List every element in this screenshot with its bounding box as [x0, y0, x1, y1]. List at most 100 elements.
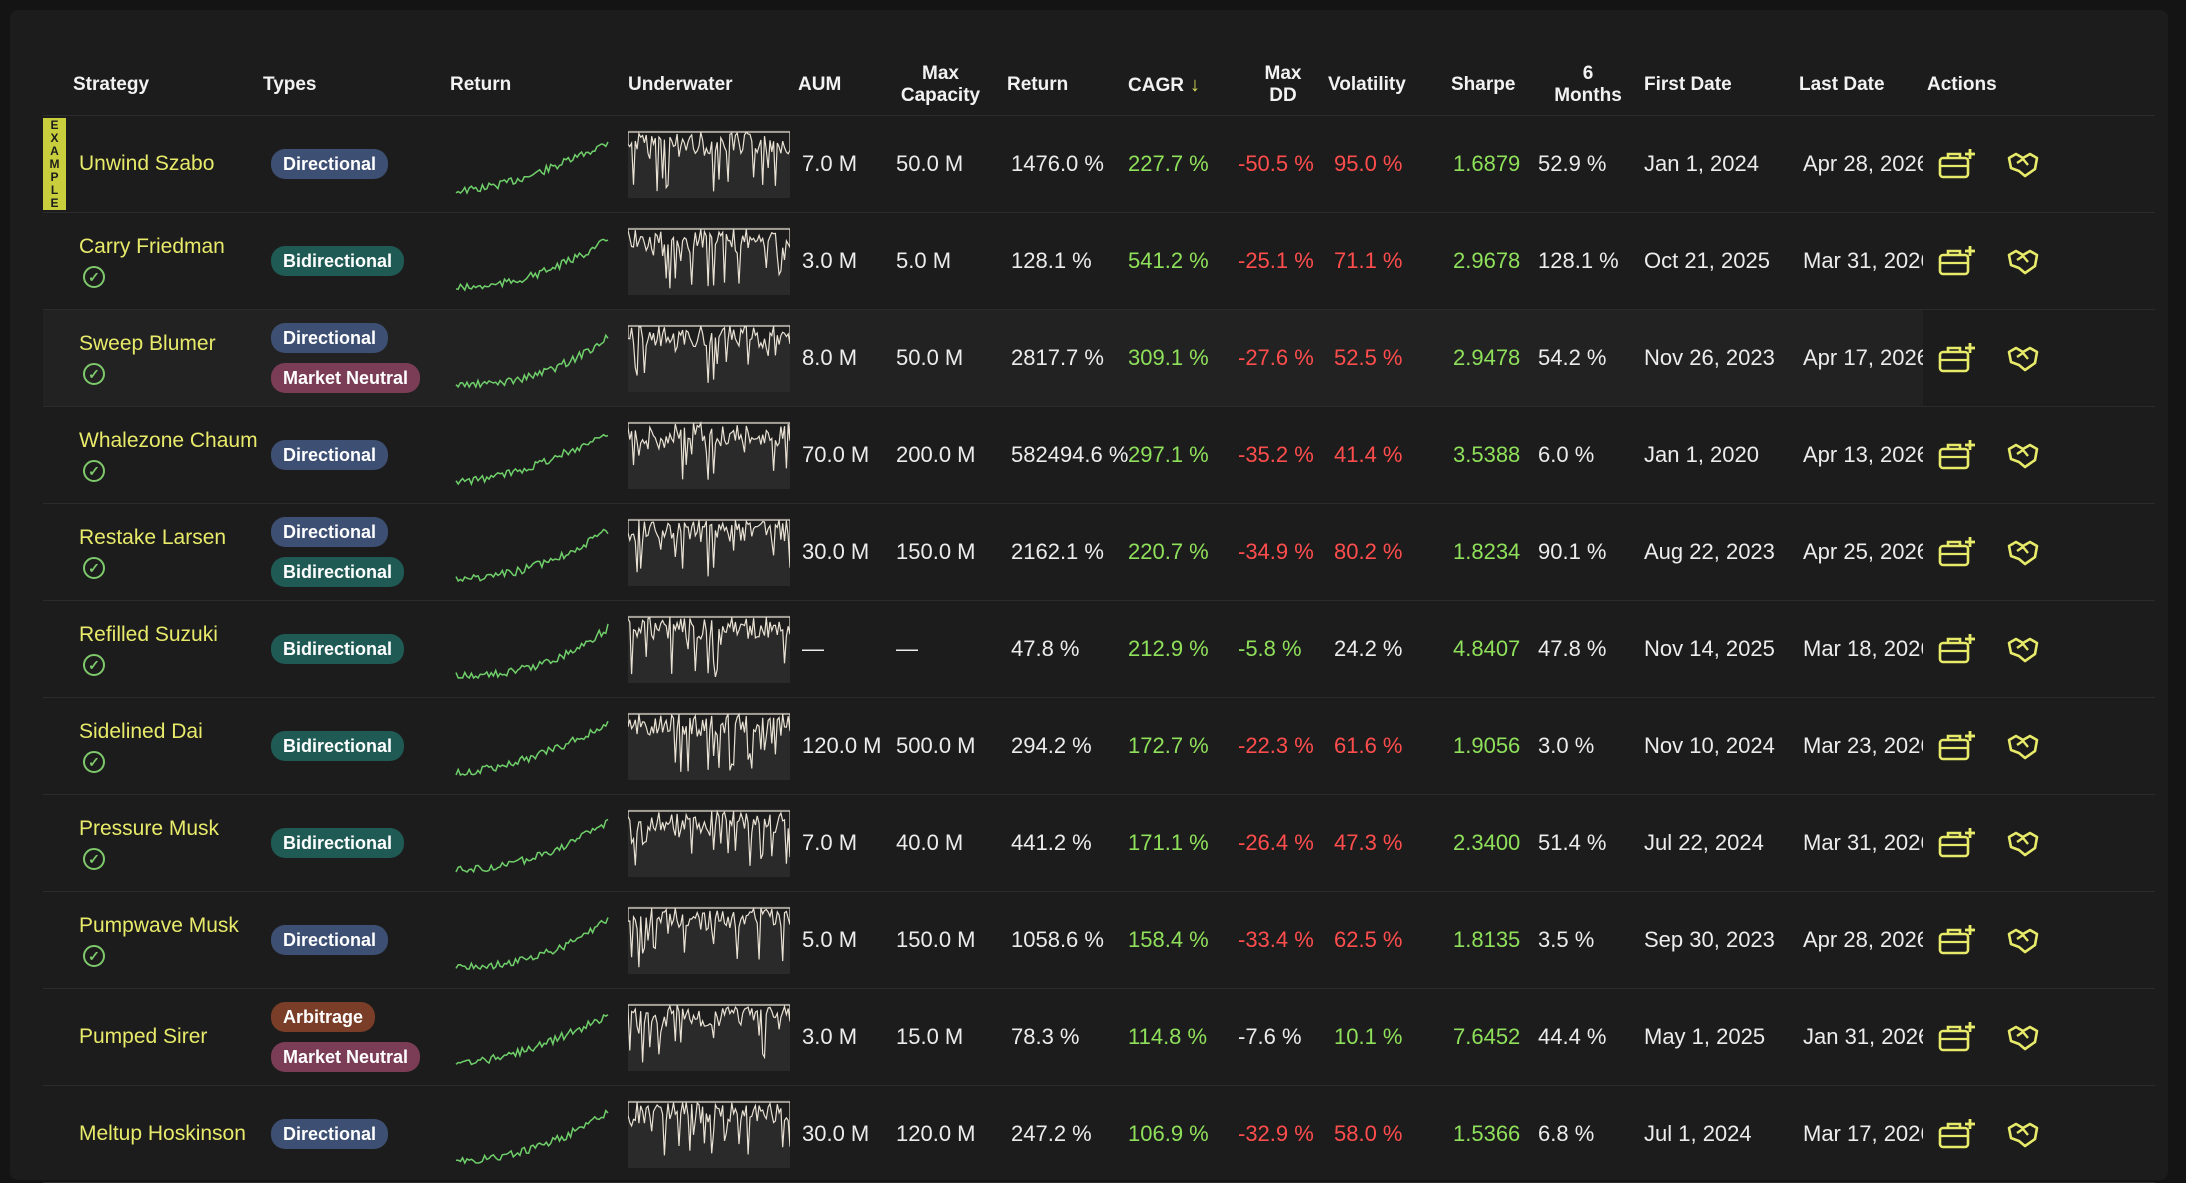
type-badge: Bidirectional	[271, 557, 405, 587]
strategy-name[interactable]: Pressure Musk	[79, 816, 219, 842]
col-six-months[interactable]: 6 Months	[1538, 55, 1638, 116]
col-underwater[interactable]: Underwater	[618, 55, 798, 116]
strategy-name[interactable]: Carry Friedman	[79, 234, 225, 260]
return-value: 128.1 %	[993, 212, 1128, 310]
table-row[interactable]: Pressure Musk ✓ Bidirectional 7.0 M 40.0 M 44…	[43, 794, 2155, 892]
handshake-icon[interactable]	[2003, 922, 2043, 958]
col-max-capacity[interactable]: Max Capacity	[888, 55, 993, 116]
strategy-name[interactable]: Pumpwave Musk	[79, 913, 239, 939]
return-sparkline	[438, 891, 618, 989]
strategy-name[interactable]: Pumped Sirer	[79, 1024, 207, 1050]
strategy-name[interactable]: Sweep Blumer	[79, 331, 216, 357]
table-row[interactable]: Pumpwave Musk ✓ Directional 5.0 M 150.0 M 105…	[43, 891, 2155, 989]
actions-cell	[1923, 1085, 2155, 1183]
col-strategy[interactable]: Strategy	[43, 55, 263, 116]
col-first-date[interactable]: First Date	[1638, 55, 1793, 116]
briefcase-plus-icon[interactable]	[1937, 146, 1977, 182]
handshake-icon[interactable]	[2003, 534, 2043, 570]
handshake-icon[interactable]	[2003, 243, 2043, 279]
type-badge: Market Neutral	[271, 363, 421, 393]
handshake-icon[interactable]	[2003, 340, 2043, 376]
types-cell: Directional Market Neutral	[263, 309, 438, 407]
col-sharpe[interactable]: Sharpe	[1443, 55, 1538, 116]
cagr-value: 541.2 %	[1128, 212, 1238, 310]
table-row[interactable]: Whalezone Chaum ✓ Directional 70.0 M 200.0 M…	[43, 406, 2155, 504]
briefcase-plus-icon[interactable]	[1937, 437, 1977, 473]
strategy-name[interactable]: Sidelined Dai	[79, 719, 203, 745]
briefcase-plus-icon[interactable]	[1937, 825, 1977, 861]
table-row[interactable]: Meltup Hoskinson Directional 30.0 M 120.0 M…	[43, 1085, 2155, 1183]
strategy-name[interactable]: Whalezone Chaum	[79, 428, 258, 454]
cagr-value: 114.8 %	[1128, 988, 1238, 1086]
table-row[interactable]: Carry Friedman ✓ Bidirectional 3.0 M 5.0 M 12…	[43, 212, 2155, 310]
volatility-value: 62.5 %	[1328, 891, 1443, 989]
strategy-cell: Pumpwave Musk ✓	[43, 891, 263, 989]
max-capacity-value: 40.0 M	[888, 794, 993, 892]
col-max-dd[interactable]: Max DD	[1238, 55, 1328, 116]
table-row[interactable]: Sidelined Dai ✓ Bidirectional 120.0 M 500.0 …	[43, 697, 2155, 795]
max-capacity-value: 120.0 M	[888, 1085, 993, 1183]
return-sparkline	[438, 794, 618, 892]
sharpe-value: 2.9678	[1443, 212, 1538, 310]
briefcase-plus-icon[interactable]	[1937, 243, 1977, 279]
table-row[interactable]: Pumped Sirer Arbitrage Market Neutral 3.0 M…	[43, 988, 2155, 1086]
handshake-icon[interactable]	[2003, 631, 2043, 667]
first-date-value: Aug 22, 2023	[1638, 503, 1793, 601]
handshake-icon[interactable]	[2003, 825, 2043, 861]
volatility-value: 10.1 %	[1328, 988, 1443, 1086]
cagr-value: 171.1 %	[1128, 794, 1238, 892]
volatility-value: 80.2 %	[1328, 503, 1443, 601]
return-value: 247.2 %	[993, 1085, 1128, 1183]
table-row[interactable]: Refilled Suzuki ✓ Bidirectional — —47.8 % 212…	[43, 600, 2155, 698]
table-row[interactable]: Sweep Blumer ✓ Directional Market Neutral 8.…	[43, 309, 2155, 407]
handshake-icon[interactable]	[2003, 1116, 2043, 1152]
six-months-value: 44.4 %	[1538, 988, 1638, 1086]
briefcase-plus-icon[interactable]	[1937, 534, 1977, 570]
handshake-icon[interactable]	[2003, 1019, 2043, 1055]
col-return[interactable]: Return	[993, 55, 1128, 116]
max-dd-value: -22.3 %	[1238, 697, 1328, 795]
example-tag: EXAMPLE	[43, 118, 66, 210]
max-dd-value: -35.2 %	[1238, 406, 1328, 504]
col-aum[interactable]: AUM	[798, 55, 888, 116]
first-date-value: Oct 21, 2025	[1638, 212, 1793, 310]
return-sparkline	[438, 212, 618, 310]
aum-value: 120.0 M	[798, 697, 888, 795]
last-date-value: Mar 17, 2026	[1793, 1085, 1923, 1183]
col-cagr[interactable]: CAGR ↓	[1128, 55, 1238, 116]
check-circle-icon: ✓	[83, 363, 105, 385]
type-badge: Bidirectional	[271, 828, 405, 858]
briefcase-plus-icon[interactable]	[1937, 340, 1977, 376]
col-return-chart[interactable]: Return	[438, 55, 618, 116]
strategy-name[interactable]: Meltup Hoskinson	[79, 1121, 246, 1147]
max-capacity-value: —	[888, 600, 993, 698]
underwater-chart	[618, 115, 798, 213]
col-volatility[interactable]: Volatility	[1328, 55, 1443, 116]
table-row[interactable]: Restake Larsen ✓ Directional Bidirectional 3…	[43, 503, 2155, 601]
check-circle-icon: ✓	[83, 751, 105, 773]
arrow-down-icon[interactable]: ↓	[1190, 74, 1200, 96]
max-dd-value: -33.4 %	[1238, 891, 1328, 989]
briefcase-plus-icon[interactable]	[1937, 631, 1977, 667]
cagr-value: 172.7 %	[1128, 697, 1238, 795]
strategy-name[interactable]: Restake Larsen	[79, 525, 226, 551]
handshake-icon[interactable]	[2003, 146, 2043, 182]
type-badge: Directional	[271, 925, 389, 955]
cagr-value: 309.1 %	[1128, 309, 1238, 407]
strategy-name[interactable]: Refilled Suzuki	[79, 622, 218, 648]
briefcase-plus-icon[interactable]	[1937, 1019, 1977, 1055]
briefcase-plus-icon[interactable]	[1937, 922, 1977, 958]
col-types[interactable]: Types	[263, 55, 438, 116]
handshake-icon[interactable]	[2003, 437, 2043, 473]
briefcase-plus-icon[interactable]	[1937, 728, 1977, 764]
col-last-date[interactable]: Last Date	[1793, 55, 1923, 116]
table-header-row: Strategy Types Return Underwater AUM Max…	[43, 55, 2155, 116]
handshake-icon[interactable]	[2003, 728, 2043, 764]
strategy-cell: Refilled Suzuki ✓	[43, 600, 263, 698]
briefcase-plus-icon[interactable]	[1937, 1116, 1977, 1152]
table-row[interactable]: E X A M P L E Unwind Szabo Directional 7.0 M 50.0 …	[43, 115, 2155, 213]
sharpe-value: 7.6452	[1443, 988, 1538, 1086]
types-cell: Directional	[263, 115, 438, 213]
strategy-name[interactable]: Unwind Szabo	[79, 151, 214, 177]
max-capacity-value: 150.0 M	[888, 891, 993, 989]
